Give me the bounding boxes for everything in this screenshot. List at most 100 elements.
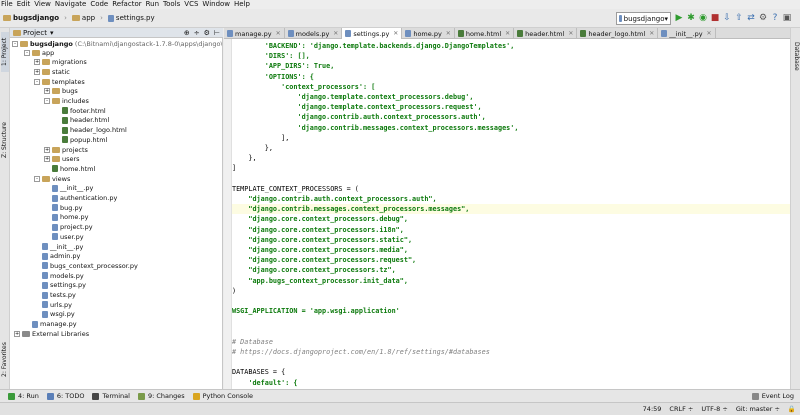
code-line[interactable]: },: [232, 153, 790, 163]
breadcrumb-file[interactable]: settings.py: [105, 11, 158, 25]
tree-file[interactable]: popup.html: [54, 135, 107, 144]
code-line[interactable]: ]: [232, 163, 790, 173]
tree-file[interactable]: __init__.py: [34, 242, 83, 251]
code-line[interactable]: [232, 316, 790, 326]
tree-file[interactable]: home.py: [44, 213, 88, 222]
close-icon[interactable]: ✕: [393, 30, 398, 37]
code-line[interactable]: 'default': {: [232, 378, 790, 388]
tree-folder[interactable]: + projects: [44, 145, 88, 154]
code-line[interactable]: ],: [232, 133, 790, 143]
code-line[interactable]: 'django.contrib.messages.context_process…: [232, 123, 790, 133]
close-icon[interactable]: ✕: [568, 30, 573, 37]
sync-icon[interactable]: ⊕: [184, 29, 190, 37]
code-line[interactable]: 'BACKEND': 'django.template.backends.dja…: [232, 41, 790, 51]
code-line[interactable]: },: [232, 143, 790, 153]
collapse-toggle-icon[interactable]: -: [34, 175, 40, 182]
code-line[interactable]: 'OPTIONS': {: [232, 72, 790, 82]
tree-folder[interactable]: + migrations: [34, 58, 87, 67]
close-icon[interactable]: ✕: [276, 30, 281, 37]
line-separator[interactable]: CRLF ÷: [669, 405, 693, 413]
tree-folder[interactable]: - templates: [34, 77, 85, 86]
tab-header-html[interactable]: header.html ✕: [514, 28, 578, 39]
expand-toggle-icon[interactable]: +: [34, 59, 40, 66]
debug-icon[interactable]: ✱: [686, 13, 696, 23]
event-log-button[interactable]: Event Log: [751, 392, 794, 400]
code-line[interactable]: # Database: [232, 337, 790, 347]
expand-toggle-icon[interactable]: +: [14, 330, 20, 337]
close-icon[interactable]: ✕: [505, 30, 510, 37]
menu-edit[interactable]: Edit: [17, 0, 31, 9]
code-line[interactable]: "django.core.context_processors.static",: [232, 235, 790, 245]
code-line[interactable]: ): [232, 286, 790, 296]
tree-file[interactable]: manage.py: [24, 320, 77, 329]
tree-file[interactable]: urls.py: [34, 300, 72, 309]
project-view-select[interactable]: Project: [23, 29, 47, 37]
tool-window-9-changes[interactable]: 9: Changes: [137, 392, 185, 400]
code-line[interactable]: "django.core.context_processors.request"…: [232, 255, 790, 265]
tree-folder[interactable]: + bugs: [44, 87, 78, 96]
code-line[interactable]: TEMPLATE_CONTEXT_PROCESSORS = (: [232, 184, 790, 194]
close-icon[interactable]: ✕: [707, 30, 712, 37]
coverage-icon[interactable]: ◉: [698, 13, 708, 23]
expand-toggle-icon[interactable]: +: [34, 68, 40, 75]
menu-tools[interactable]: Tools: [163, 0, 180, 9]
tree-folder[interactable]: + users: [44, 155, 80, 164]
tree-file[interactable]: models.py: [34, 271, 84, 280]
tree-file[interactable]: admin.py: [34, 252, 80, 261]
tool-tab-favorites[interactable]: 2: Favorites: [1, 338, 9, 382]
tree-file[interactable]: bugs_context_processor.py: [34, 261, 138, 270]
tree-folder[interactable]: - includes: [44, 97, 89, 106]
expand-toggle-icon[interactable]: +: [44, 88, 50, 95]
collapse-toggle-icon[interactable]: -: [24, 49, 30, 56]
tab-models-py[interactable]: models.py ✕: [285, 28, 343, 39]
hide-icon[interactable]: ⊢: [214, 29, 220, 37]
breadcrumb-app[interactable]: app: [69, 11, 98, 25]
tree-file[interactable]: header_logo.html: [54, 126, 127, 135]
tree-file[interactable]: home.html: [44, 164, 95, 173]
code-line[interactable]: 'DIRS': [],: [232, 51, 790, 61]
close-icon[interactable]: ✕: [333, 30, 338, 37]
menu-refactor[interactable]: Refactor: [112, 0, 141, 9]
tree-file[interactable]: header.html: [54, 116, 109, 125]
code-line[interactable]: 'django.template.context_processors.debu…: [232, 92, 790, 102]
code-line[interactable]: DATABASES = {: [232, 367, 790, 377]
tab-manage-py[interactable]: manage.py ✕: [224, 28, 285, 39]
chevron-down-icon[interactable]: ▾: [50, 29, 54, 37]
code-line[interactable]: "django.contrib.messages.context_process…: [232, 204, 790, 215]
caret-position[interactable]: 74:59: [643, 405, 662, 413]
vcs-commit-icon[interactable]: ⇧: [734, 13, 744, 23]
menu-file[interactable]: File: [1, 0, 13, 9]
menu-window[interactable]: Window: [202, 0, 230, 9]
code-line[interactable]: 'django.template.context_processors.requ…: [232, 102, 790, 112]
tab-home-py[interactable]: home.py ✕: [402, 28, 455, 39]
code-line[interactable]: WSGI_APPLICATION = 'app.wsgi.application…: [232, 306, 790, 316]
code-line[interactable]: "django.core.context_processors.debug",: [232, 214, 790, 224]
settings-icon[interactable]: ⚙: [758, 13, 768, 23]
breadcrumb-project[interactable]: bugsdjango: [0, 11, 62, 25]
collapse-toggle-icon[interactable]: -: [34, 78, 40, 85]
collapse-toggle-icon[interactable]: -: [12, 40, 18, 47]
tab-init-py[interactable]: __init__.py ✕: [658, 28, 716, 39]
tree-folder[interactable]: + External Libraries: [14, 329, 89, 338]
tree-file[interactable]: __init__.py: [44, 184, 93, 193]
code-line[interactable]: # https://docs.djangoproject.com/en/1.8/…: [232, 347, 790, 357]
tree-file[interactable]: wsgi.py: [34, 310, 75, 319]
git-branch[interactable]: Git: master ÷: [736, 405, 780, 413]
close-icon[interactable]: ✕: [446, 30, 451, 37]
tab-home-html[interactable]: home.html ✕: [455, 28, 515, 39]
code-line[interactable]: "django.core.context_processors.media",: [232, 245, 790, 255]
file-encoding[interactable]: UTF-8 ÷: [701, 405, 727, 413]
tool-tab-structure[interactable]: Z: Structure: [1, 118, 9, 162]
tool-window-python-console[interactable]: Python Console: [192, 392, 253, 400]
code-line[interactable]: "django.core.context_processors.i18n",: [232, 225, 790, 235]
help-icon[interactable]: ?: [770, 13, 780, 23]
tree-file[interactable]: bug.py: [44, 203, 82, 212]
run-icon[interactable]: ▶: [674, 13, 684, 23]
expand-toggle-icon[interactable]: +: [44, 156, 50, 163]
tree-file[interactable]: user.py: [44, 232, 84, 241]
code-line[interactable]: [232, 357, 790, 367]
menu-help[interactable]: Help: [234, 0, 250, 9]
tool-tab-project[interactable]: 1: Project: [1, 32, 9, 72]
tree-file[interactable]: tests.py: [34, 291, 76, 300]
vcs-update-icon[interactable]: ⇩: [722, 13, 732, 23]
